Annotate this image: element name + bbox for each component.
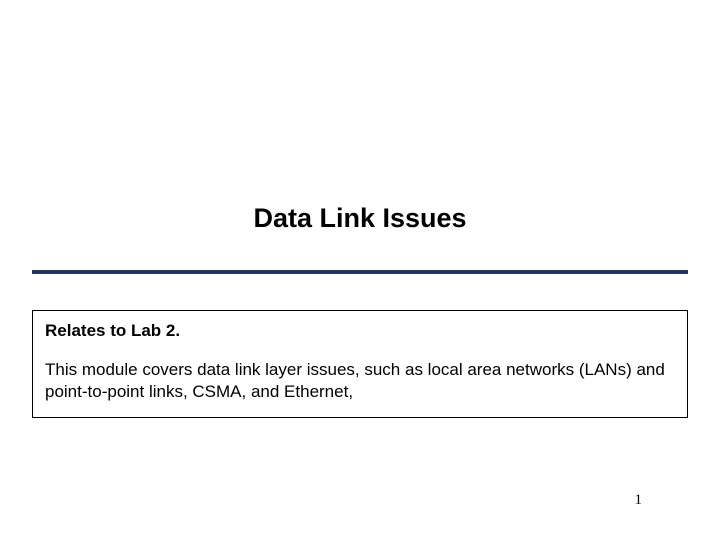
info-box: Relates to Lab 2. This module covers dat… <box>32 310 688 418</box>
slide-title: Data Link Issues <box>0 203 720 234</box>
page-number: 1 <box>635 492 643 509</box>
title-divider <box>32 270 688 274</box>
subtitle: Relates to Lab 2. <box>45 321 675 341</box>
slide: Data Link Issues Relates to Lab 2. This … <box>0 0 720 540</box>
description: This module covers data link layer issue… <box>45 359 675 403</box>
